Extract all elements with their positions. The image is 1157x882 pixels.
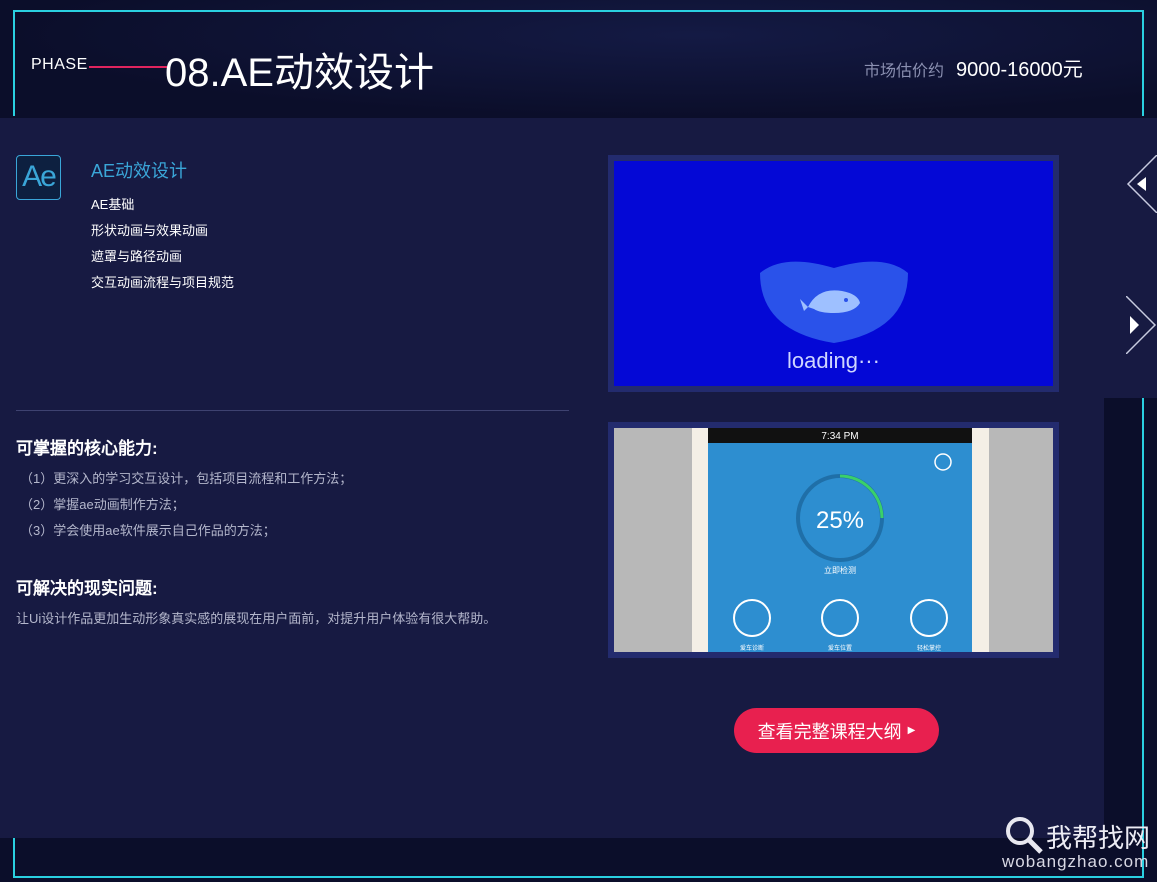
price-value: 9000-16000元 [956,59,1083,81]
ability-item: （2）掌握ae动画制作方法； [20,497,185,512]
ability-item: （1）更深入的学习交互设计，包括项目流程和工作方法； [20,471,353,486]
phase-label: PHASE [31,56,88,73]
frame-top [13,10,1144,12]
abilities-heading: 可掌握的核心能力: [16,439,158,458]
progress-percent: 25% [816,507,864,534]
frame-left-top [13,10,15,116]
frame-right-mid [1142,398,1144,878]
problems-text: 让Ui设计作品更加生动形象真实感的展现在用户面前，对提升用户体验有很大帮助。 [16,611,497,626]
preview-app: 7:34 PM 25% 立即检测 爱车诊断 爱车位置 轻松掌控 [608,422,1059,658]
topic-item: 遮罩与路径动画 [91,249,183,264]
view-syllabus-label: 查看完整课程大纲 [757,721,902,742]
status-time: 7:34 PM [821,431,858,442]
check-label[interactable]: 立即检测 [824,565,856,575]
problems-heading: 可解决的现实问题: [16,579,158,598]
frame-right-top [1142,10,1144,116]
topic-item: 交互动画流程与项目规范 [91,275,235,290]
topic-item: 形状动画与效果动画 [91,223,209,238]
preview-loading: loading··· [608,155,1059,392]
next-arrow-button[interactable] [1126,296,1157,354]
watermark-url: wobangzhao.com [1002,852,1150,871]
app-mockup: 7:34 PM 25% 立即检测 爱车诊断 爱车位置 轻松掌控 [692,428,989,652]
phase-divider [89,66,167,68]
action-label: 轻松掌控 [917,644,941,652]
prev-arrow-button[interactable] [1126,155,1157,213]
section-divider [16,410,569,411]
price-label: 市场估价约 [864,63,945,80]
action-label: 爱车诊断 [740,644,764,652]
ability-item: （3）学会使用ae软件展示自己作品的方法； [20,523,276,538]
after-effects-icon: Ae [16,155,61,200]
caret-right-icon: ▶ [907,725,916,736]
course-name: AE动效设计 [91,161,188,181]
view-syllabus-button[interactable]: 查看完整课程大纲 ▶ [734,708,939,753]
frame-bottom [13,876,1144,878]
magnifier-icon [1006,817,1043,854]
loading-text: loading··· [787,348,880,373]
topic-item: AE基础 [91,197,135,212]
action-label: 爱车位置 [828,644,852,652]
page-title: 08.AE动效设计 [165,51,434,95]
watermark-text: 我帮找网 [1046,823,1151,853]
frame-left-bottom [13,838,15,878]
